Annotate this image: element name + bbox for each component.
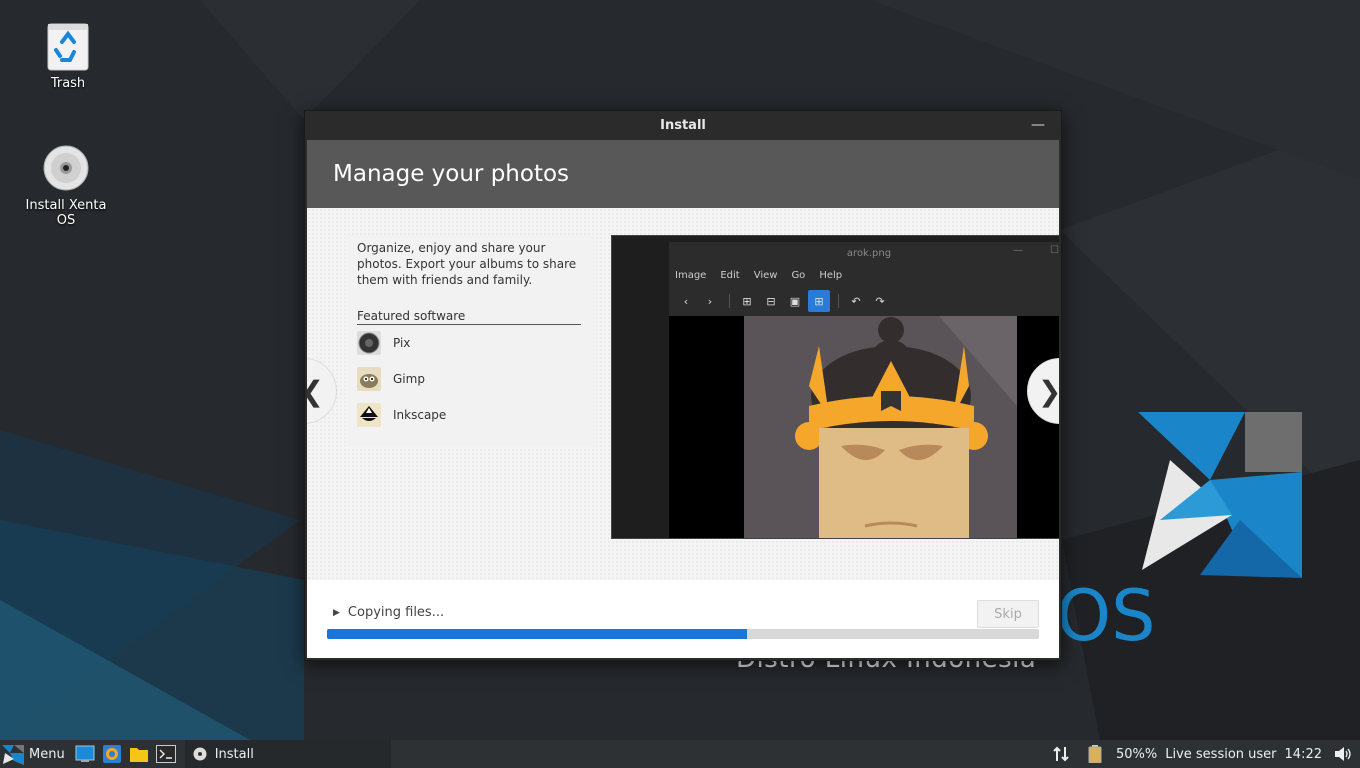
system-tray: 50%% Live session user 14:22 <box>1044 740 1360 768</box>
session-user[interactable]: Live session user <box>1165 747 1276 762</box>
window-title: Install <box>660 118 706 133</box>
disc-icon <box>42 144 90 194</box>
app-item-inkscape: Inkscape <box>357 397 581 433</box>
slide-description: Organize, enjoy and share your photos. E… <box>357 241 577 287</box>
viewer-menubar: Image Edit View Go Help <box>669 264 1059 286</box>
viewer-toolbar: ‹ › ⊞ ⊟ ▣ ⊞ ↶ ↷ <box>669 286 1059 316</box>
viewer-menu-image: Image <box>675 269 707 281</box>
app-item-pix: Pix <box>357 325 581 361</box>
web-browser-icon[interactable] <box>101 743 123 765</box>
slide-header: Manage your photos <box>307 140 1059 208</box>
previous-slide-button[interactable]: ❮ <box>307 358 337 424</box>
progress-status: Copying files... <box>347 605 445 620</box>
wallpaper-logo-text: OS <box>1056 575 1156 657</box>
chevron-right-icon: ❯ <box>1038 375 1059 408</box>
details-expander[interactable]: ▶ Copying files... <box>333 605 444 620</box>
inkscape-icon <box>357 403 381 427</box>
taskbar-window-install[interactable]: Install <box>184 740 391 768</box>
viewer-minimize-icon: — <box>1013 245 1023 256</box>
start-menu-button[interactable]: Menu <box>0 740 69 768</box>
taskbar: Menu Install 50%% Live session user 14:2… <box>0 740 1360 768</box>
battery-percent: 50%% <box>1115 746 1158 762</box>
arok-illustration <box>744 316 1017 538</box>
skip-button[interactable]: Skip <box>977 600 1039 628</box>
progress-bar-fill <box>327 629 748 639</box>
battery-icon[interactable] <box>1085 744 1105 764</box>
viewer-maximize-icon: ☐ <box>1050 245 1059 256</box>
pix-icon <box>357 331 381 355</box>
zoom-in-icon: ⊞ <box>742 294 752 308</box>
toolbar-separator <box>729 294 730 308</box>
start-menu-label: Menu <box>29 746 65 762</box>
slide-text-card: Organize, enjoy and share your photos. E… <box>345 235 593 447</box>
slideshow: Organize, enjoy and share your photos. E… <box>307 208 1059 580</box>
file-manager-icon[interactable] <box>128 743 150 765</box>
viewer-title: arok.png <box>846 247 892 259</box>
rotate-left-icon: ↶ <box>851 294 861 308</box>
trash-icon <box>44 22 92 72</box>
taskbar-window-label: Install <box>214 746 254 762</box>
disc-icon <box>193 747 207 761</box>
install-window: Install — Manage your photos Organize, e… <box>304 110 1062 661</box>
desktop-icon-label: Install Xenta OS <box>25 198 107 228</box>
desktop-icon-label: Trash <box>50 76 86 91</box>
slide-title: Manage your photos <box>333 161 570 187</box>
toolbar-separator <box>838 294 839 308</box>
app-name: Gimp <box>393 372 425 386</box>
volume-icon[interactable] <box>1333 744 1353 764</box>
expander-triangle-icon: ▶ <box>333 607 340 618</box>
rotate-right-icon: ↷ <box>875 294 885 308</box>
chevron-left-icon: ‹ <box>683 294 689 308</box>
image-viewer-window: arok.png — ☐ Image Edit View Go Help ‹ ›… <box>669 242 1059 538</box>
app-item-gimp: Gimp <box>357 361 581 397</box>
terminal-icon[interactable] <box>155 743 177 765</box>
window-titlebar[interactable]: Install — <box>305 111 1061 140</box>
minimize-icon[interactable]: — <box>1029 116 1047 134</box>
chevron-right-icon: › <box>707 294 713 308</box>
featured-software-heading: Featured software <box>357 309 581 325</box>
network-icon[interactable] <box>1051 744 1071 764</box>
slide-screenshot: arok.png — ☐ Image Edit View Go Help ‹ ›… <box>611 235 1059 539</box>
zoom-out-icon: ⊟ <box>766 294 776 308</box>
viewer-menu-edit: Edit <box>720 269 740 281</box>
viewer-titlebar: arok.png — ☐ <box>669 242 1059 264</box>
clock[interactable]: 14:22 <box>1285 747 1322 762</box>
viewer-canvas <box>669 316 1059 538</box>
show-desktop-icon[interactable] <box>74 743 96 765</box>
app-name: Pix <box>393 336 411 350</box>
chevron-left-icon: ❮ <box>307 375 324 408</box>
viewer-menu-help: Help <box>819 269 843 281</box>
viewer-menu-go: Go <box>791 269 806 281</box>
app-name: Inkscape <box>393 408 447 422</box>
gimp-icon <box>357 367 381 391</box>
zoom-fit-icon: ⊞ <box>808 290 830 312</box>
xenta-logo-icon <box>2 743 24 765</box>
zoom-original-icon: ▣ <box>789 294 801 308</box>
desktop-icon-install[interactable]: Install Xenta OS <box>16 144 116 228</box>
desktop-icon-trash[interactable]: Trash <box>18 22 118 91</box>
progress-bar <box>327 629 1039 639</box>
viewer-menu-view: View <box>753 269 778 281</box>
install-progress-area: ▶ Copying files... Skip <box>307 580 1059 658</box>
